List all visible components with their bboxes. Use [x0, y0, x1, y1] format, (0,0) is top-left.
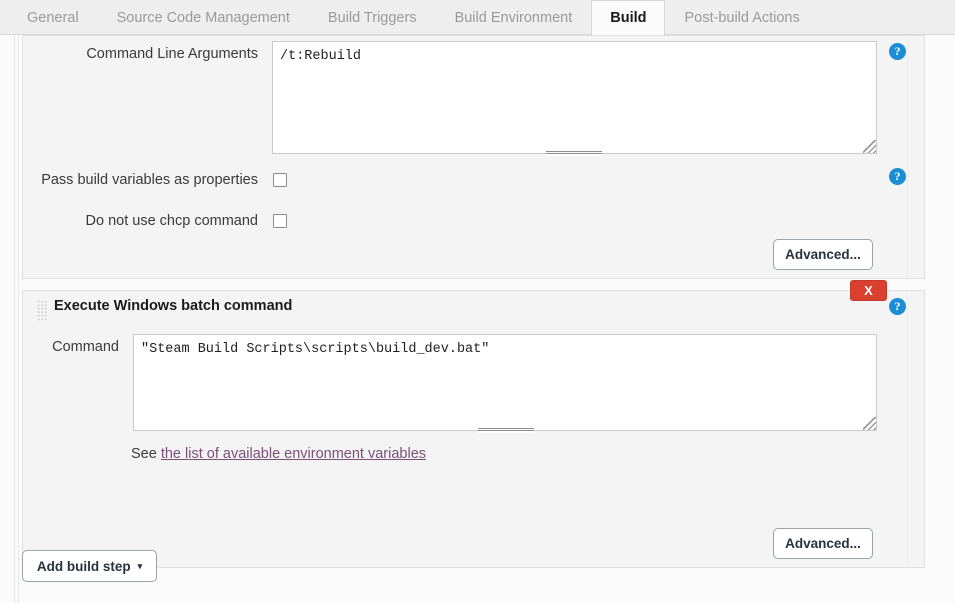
tab-source-code-management[interactable]: Source Code Management [98, 0, 309, 35]
help-icon-pass-build-variables[interactable]: ? [889, 168, 906, 185]
textarea-resize-corner[interactable] [863, 140, 876, 153]
command-textarea[interactable] [133, 334, 877, 431]
drag-handle-icon[interactable] [37, 300, 48, 322]
command-textarea-resize-corner[interactable] [863, 417, 876, 430]
env-hint-prefix: See [131, 446, 161, 462]
textarea-resize-bar[interactable] [546, 150, 602, 156]
do-not-use-chcp-checkbox[interactable] [273, 214, 287, 228]
config-tab-bar: General Source Code Management Build Tri… [0, 0, 955, 36]
pass-build-variables-checkbox[interactable] [273, 173, 287, 187]
command-line-arguments-textarea[interactable] [272, 41, 877, 154]
advanced-button-msbuild[interactable]: Advanced... [773, 239, 873, 270]
build-steps-page: Command Line Arguments ? Pass build vari… [0, 35, 955, 603]
add-build-step-button[interactable]: Add build step ▾ [22, 550, 157, 582]
command-label: Command [52, 339, 119, 355]
command-line-arguments-label: Command Line Arguments [86, 46, 258, 62]
build-step-title: Execute Windows batch command [54, 298, 293, 314]
tab-build-environment[interactable]: Build Environment [436, 0, 592, 35]
command-textarea-resize-bar[interactable] [478, 427, 534, 433]
panel-inner-divider [907, 36, 908, 278]
chevron-down-icon: ▾ [137, 560, 143, 571]
add-build-step-label: Add build step [36, 558, 131, 574]
left-rail-divider-2 [18, 35, 19, 603]
panel-inner-divider-2 [907, 291, 908, 567]
left-rail-divider [14, 35, 15, 603]
help-icon-command-line-arguments[interactable]: ? [889, 43, 906, 60]
build-step-batch-panel: Execute Windows batch command X ? Comman… [22, 280, 925, 568]
tab-build[interactable]: Build [591, 0, 666, 36]
tab-post-build-actions[interactable]: Post-build Actions [665, 0, 818, 35]
tab-build-triggers[interactable]: Build Triggers [309, 0, 436, 35]
tab-general[interactable]: General [8, 0, 98, 35]
delete-build-step-button[interactable]: X [850, 280, 887, 301]
environment-variables-link[interactable]: the list of available environment variab… [161, 446, 426, 462]
environment-variables-hint: See the list of available environment va… [131, 446, 426, 462]
tab-list: General Source Code Management Build Tri… [0, 0, 955, 36]
pass-build-variables-label: Pass build variables as properties [41, 172, 258, 188]
build-step-msbuild-panel: Command Line Arguments ? Pass build vari… [22, 35, 925, 279]
advanced-button-batch[interactable]: Advanced... [773, 528, 873, 559]
help-icon-batch-command[interactable]: ? [889, 298, 906, 315]
do-not-use-chcp-label: Do not use chcp command [85, 213, 258, 229]
